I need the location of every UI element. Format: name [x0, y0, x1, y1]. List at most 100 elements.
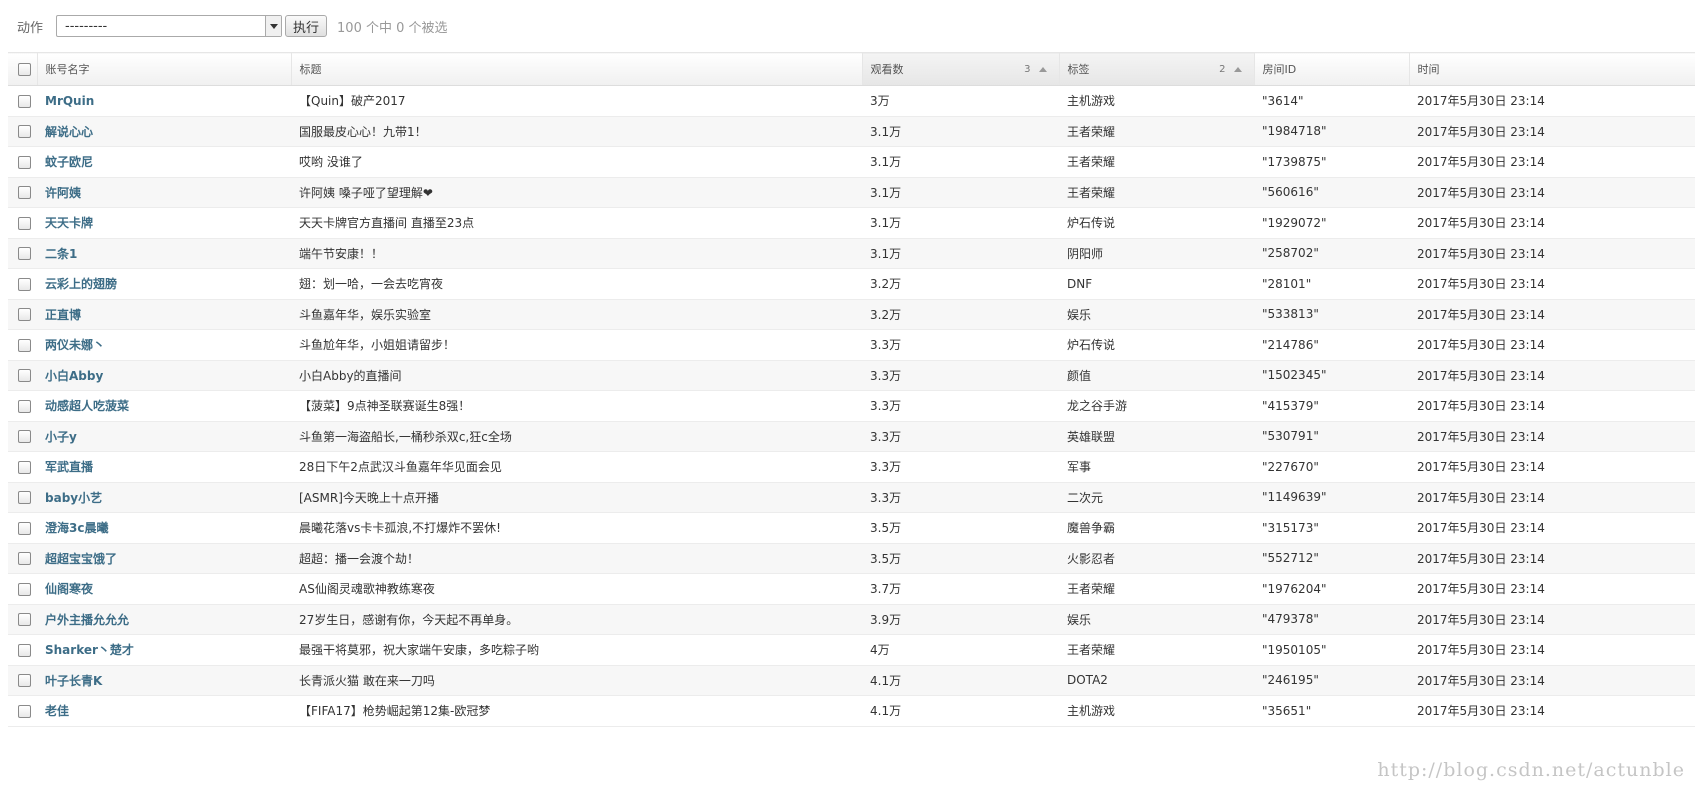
account-cell[interactable]: Sharker丶楚才 — [37, 634, 291, 666]
action-select-value: --------- — [65, 18, 108, 34]
row-select-cell — [8, 512, 37, 544]
row-checkbox[interactable] — [18, 247, 31, 261]
sort-ascending-icon — [1233, 67, 1242, 72]
room-id-cell: "1929072" — [1254, 207, 1409, 239]
row-checkbox[interactable] — [18, 277, 31, 291]
table-row: 两仪未娜丶 斗鱼尬年华，小姐姐请留步！ 3.3万 炉石传说 "214786" 2017年5… — [8, 329, 1695, 361]
time-cell: 2017年5月30日 23:14 — [1409, 299, 1695, 330]
account-cell[interactable]: 小白Abby — [37, 360, 291, 391]
account-cell[interactable]: 军武直播 — [37, 451, 291, 483]
column-header-time[interactable]: 时间 — [1409, 52, 1695, 86]
column-header-title[interactable]: 标题 — [291, 52, 863, 86]
action-select[interactable]: --------- — [56, 15, 283, 37]
time-cell: 2017年5月30日 23:14 — [1409, 604, 1695, 635]
title-cell: 斗鱼第一海盗船长,一桶秒杀双c,狂c全场 — [291, 421, 862, 452]
account-cell[interactable]: 户外主播允允允 — [37, 604, 291, 635]
account-cell[interactable]: 许阿姨 — [37, 177, 291, 208]
account-cell[interactable]: 天天卡牌 — [37, 207, 291, 239]
account-cell[interactable]: 叶子长青K — [37, 665, 291, 696]
title-cell: 27岁生日，感谢有你，今天起不再单身。 — [291, 604, 862, 635]
account-cell[interactable]: 老佳 — [37, 695, 291, 727]
column-header-views[interactable]: 观看数 3 — [862, 52, 1060, 86]
views-sort-indicator[interactable]: 3 — [1024, 53, 1047, 86]
room-id-cell: "258702" — [1254, 238, 1409, 269]
table-row: 小子y 斗鱼第一海盗船长,一桶秒杀双c,狂c全场 3.3万 英雄联盟 "530791" 2… — [8, 421, 1695, 452]
time-cell: 2017年5月30日 23:14 — [1409, 451, 1695, 483]
table-row: 蚊子欧尼 哎哟 没谁了 3.1万 王者荣耀 "1739875" 2017年5月30日 23… — [8, 146, 1695, 178]
row-checkbox[interactable] — [18, 94, 31, 108]
title-cell: 国服最皮心心！九带1！ — [291, 116, 862, 147]
account-cell[interactable]: 澄海3c晨曦 — [37, 512, 291, 544]
room-id-cell: "35651" — [1254, 695, 1409, 727]
row-checkbox[interactable] — [18, 155, 31, 169]
account-cell[interactable]: 正直博 — [37, 299, 291, 330]
column-header-account[interactable]: 账号名字 — [37, 52, 292, 86]
column-header-tag[interactable]: 标签 2 — [1059, 52, 1255, 86]
actions-bar: 动作 --------- 执行 100 个中 0 个被选 — [0, 0, 1695, 52]
account-cell[interactable]: baby小艺 — [37, 482, 291, 513]
tag-sort-indicator[interactable]: 2 — [1219, 53, 1242, 86]
account-cell[interactable]: MrQuin — [37, 85, 291, 117]
table-row: 仙阁寒夜 AS仙阁灵魂歌神教练寒夜 3.7万 王者荣耀 "1976204" 2017年5月… — [8, 573, 1695, 605]
title-cell: 斗鱼嘉年华，娱乐实验室 — [291, 299, 862, 330]
views-cell: 4万 — [862, 634, 1059, 666]
row-select-cell — [8, 634, 37, 666]
account-cell[interactable]: 仙阁寒夜 — [37, 573, 291, 605]
row-checkbox[interactable] — [18, 521, 31, 535]
row-checkbox[interactable] — [18, 643, 31, 657]
row-checkbox[interactable] — [18, 399, 31, 413]
row-checkbox[interactable] — [18, 430, 31, 444]
table-row: baby小艺 [ASMR]今天晚上十点开播 3.3万 二次元 "1149639" 2017… — [8, 482, 1695, 513]
room-id-cell: "1149639" — [1254, 482, 1409, 513]
tag-cell: 阴阳师 — [1059, 238, 1254, 269]
row-checkbox[interactable] — [18, 308, 31, 322]
account-cell[interactable]: 超超宝宝饿了 — [37, 543, 291, 574]
views-cell: 3.5万 — [862, 543, 1059, 574]
row-checkbox[interactable] — [18, 582, 31, 596]
row-checkbox[interactable] — [18, 704, 31, 718]
account-cell[interactable]: 小子y — [37, 421, 291, 452]
account-cell[interactable]: 两仪未娜丶 — [37, 329, 291, 361]
account-cell[interactable]: 蚊子欧尼 — [37, 146, 291, 178]
row-checkbox[interactable] — [18, 369, 31, 383]
chevron-down-icon[interactable] — [265, 16, 282, 36]
row-checkbox[interactable] — [18, 460, 31, 474]
room-id-cell: "479378" — [1254, 604, 1409, 635]
result-table: 账号名字 标题 观看数 3 标签 2 房间ID 时间 MrQuin 【Quin】破… — [8, 52, 1695, 727]
table-row: 二条1 端午节安康！！ 3.1万 阴阳师 "258702" 2017年5月30日 23:1… — [8, 238, 1695, 269]
row-checkbox[interactable] — [18, 338, 31, 352]
account-cell[interactable]: 解说心心 — [37, 116, 291, 147]
title-cell: AS仙阁灵魂歌神教练寒夜 — [291, 573, 862, 605]
run-button[interactable]: 执行 — [285, 15, 328, 37]
table-row: 正直博 斗鱼嘉年华，娱乐实验室 3.2万 娱乐 "533813" 2017年5月30日 2… — [8, 299, 1695, 330]
row-checkbox[interactable] — [18, 552, 31, 566]
account-cell[interactable]: 动感超人吃菠菜 — [37, 390, 291, 422]
row-checkbox[interactable] — [18, 613, 31, 627]
row-checkbox[interactable] — [18, 491, 31, 505]
row-checkbox[interactable] — [18, 674, 31, 688]
room-id-cell: "214786" — [1254, 329, 1409, 361]
room-id-cell: "560616" — [1254, 177, 1409, 208]
account-cell[interactable]: 二条1 — [37, 238, 291, 269]
time-cell: 2017年5月30日 23:14 — [1409, 634, 1695, 666]
select-all-checkbox[interactable] — [18, 62, 31, 76]
table-row: 户外主播允允允 27岁生日，感谢有你，今天起不再单身。 3.9万 娱乐 "479378"… — [8, 604, 1695, 635]
row-select-cell — [8, 665, 37, 696]
row-checkbox[interactable] — [18, 216, 31, 230]
row-select-cell — [8, 177, 37, 208]
tag-cell: 王者荣耀 — [1059, 146, 1254, 178]
column-header-room-id[interactable]: 房间ID — [1254, 52, 1410, 86]
table-header-row: 账号名字 标题 观看数 3 标签 2 房间ID 时间 — [8, 52, 1695, 86]
account-cell[interactable]: 云彩上的翅膀 — [37, 268, 291, 300]
row-checkbox[interactable] — [18, 186, 31, 200]
row-select-cell — [8, 604, 37, 635]
row-select-cell — [8, 207, 37, 239]
table-row: 许阿姨 许阿姨 嗓子哑了望理解❤ 3.1万 王者荣耀 "560616" 2017年5月30… — [8, 177, 1695, 208]
action-label: 动作 — [17, 20, 44, 36]
views-cell: 4.1万 — [862, 665, 1059, 696]
table-row: 解说心心 国服最皮心心！九带1！ 3.1万 王者荣耀 "1984718" 2017年5月3… — [8, 116, 1695, 147]
row-checkbox[interactable] — [18, 125, 31, 139]
tag-cell: 主机游戏 — [1059, 695, 1254, 727]
views-cell: 4.1万 — [862, 695, 1059, 727]
tag-cell: 火影忍者 — [1059, 543, 1254, 574]
